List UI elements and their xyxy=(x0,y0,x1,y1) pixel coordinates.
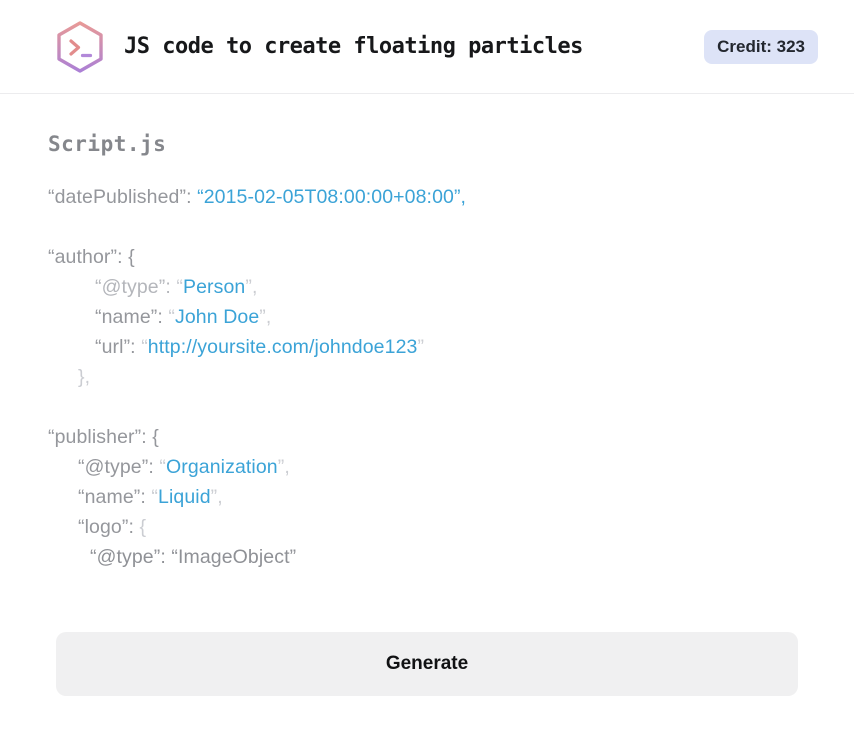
code-line: “@type”: “Person”, xyxy=(48,272,806,302)
code-token-punct: “ xyxy=(168,306,175,328)
code-line: “datePublished”: “2015-02-05T08:00:00+08… xyxy=(48,182,806,212)
code-token-value: Liquid xyxy=(158,486,211,508)
header: JS code to create floating particles Cre… xyxy=(0,0,854,94)
code-token-key: “logo”: xyxy=(78,516,140,538)
footer: Generate xyxy=(0,632,854,696)
code-token-value: “2015-02-05T08:00:00+08:00”, xyxy=(197,186,467,208)
code-token-value: http://yoursite.com/johndoe123 xyxy=(147,336,418,358)
code-token-value: Organization xyxy=(165,456,278,478)
code-token-punct: { xyxy=(139,516,147,538)
code-token-punct: ”, xyxy=(210,486,223,508)
code-token-keylight: “@type”: xyxy=(95,276,177,298)
code-token-gray: “@type”: “ImageObject” xyxy=(90,546,297,568)
code-token-key: “url”: xyxy=(95,336,142,358)
code-line: “name”: “Liquid”, xyxy=(48,482,806,512)
file-title: Script.js xyxy=(48,132,167,156)
code-token-punct: “ xyxy=(151,486,158,508)
code-line: “name”: “John Doe”, xyxy=(48,302,806,332)
code-token-value: Person xyxy=(182,276,246,298)
code-output: “datePublished”: “2015-02-05T08:00:00+08… xyxy=(48,182,806,572)
main-content: Script.js “datePublished”: “2015-02-05T0… xyxy=(0,94,854,572)
generate-button[interactable]: Generate xyxy=(56,632,798,696)
code-line: “logo”: { xyxy=(48,512,806,542)
code-token-key: “@type”: xyxy=(78,456,160,478)
code-token-punct: “ xyxy=(141,336,148,358)
code-token-punct: “ xyxy=(176,276,183,298)
code-line: “publisher”: { xyxy=(48,422,806,452)
code-line: “@type”: “ImageObject” xyxy=(48,542,806,572)
code-line: “url”: “http://yoursite.com/johndoe123” xyxy=(48,332,806,362)
code-token-punct: “ xyxy=(159,456,166,478)
code-token-key: “name”: xyxy=(95,306,169,328)
code-token-punct: ” xyxy=(417,336,425,358)
code-token-key: “name”: xyxy=(78,486,152,508)
code-token-punct: ”, xyxy=(245,276,258,298)
code-line: }, xyxy=(48,362,806,392)
code-token-key: “publisher”: { xyxy=(48,426,159,448)
code-token-punct: ”, xyxy=(277,456,290,478)
credit-badge: Credit: 323 xyxy=(704,29,818,64)
code-token-value: John Doe xyxy=(175,306,260,328)
code-token-punct: ”, xyxy=(259,306,272,328)
code-token-key: “datePublished”: xyxy=(48,186,198,208)
code-token-key: “author”: { xyxy=(48,246,135,268)
terminal-prompt-hexagon-icon xyxy=(52,19,108,75)
page-title: JS code to create floating particles xyxy=(124,34,583,59)
code-line: “author”: { xyxy=(48,242,806,272)
code-token-punct: }, xyxy=(78,366,91,388)
code-line: “@type”: “Organization”, xyxy=(48,452,806,482)
